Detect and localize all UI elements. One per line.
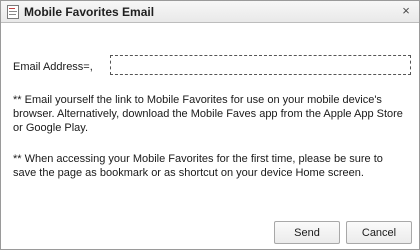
email-label: Email Address=, <box>13 61 93 73</box>
note-bookmark: ** When accessing your Mobile Favorites … <box>13 153 383 179</box>
dialog-title: Mobile Favorites Email <box>24 4 155 19</box>
dialog-app-icon <box>7 4 20 19</box>
email-field[interactable] <box>110 55 411 75</box>
close-icon[interactable]: × <box>399 4 413 18</box>
note-email-link: ** Email yourself the link to Mobile Fav… <box>13 94 403 134</box>
send-button[interactable]: Send <box>274 221 340 244</box>
dialog-titlebar: Mobile Favorites Email × <box>1 1 419 23</box>
mobile-favorites-email-dialog: Mobile Favorites Email × Email Address=,… <box>0 0 420 250</box>
cancel-button[interactable]: Cancel <box>346 221 412 244</box>
